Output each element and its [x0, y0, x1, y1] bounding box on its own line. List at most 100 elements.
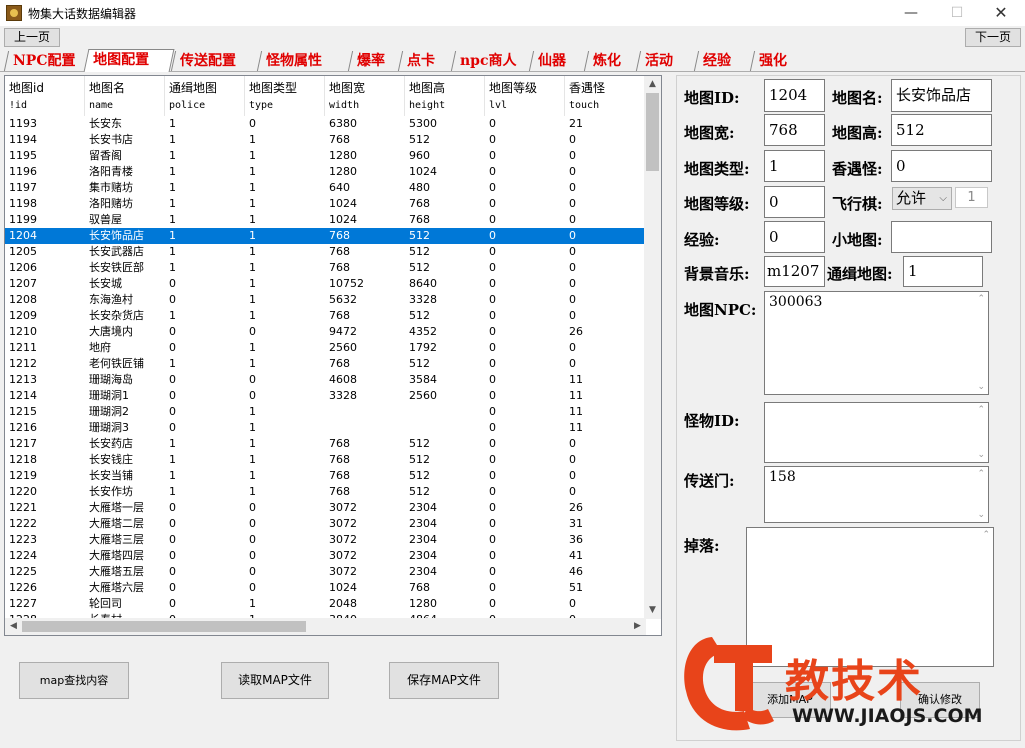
table-cell[interactable]: 1: [165, 196, 245, 212]
table-cell[interactable]: 6380: [325, 116, 405, 132]
table-cell[interactable]: 768: [325, 260, 405, 276]
table-cell[interactable]: 512: [405, 260, 485, 276]
table-cell[interactable]: 大唐境内: [85, 324, 165, 340]
table-cell[interactable]: 0: [565, 212, 645, 228]
table-cell[interactable]: 1: [245, 244, 325, 260]
table-cell[interactable]: 0: [485, 532, 565, 548]
table-cell[interactable]: 0: [485, 324, 565, 340]
height-input[interactable]: 512: [891, 114, 992, 146]
table-cell[interactable]: 0: [565, 276, 645, 292]
table-cell[interactable]: 1: [165, 356, 245, 372]
table-cell[interactable]: 0: [165, 276, 245, 292]
tab-9[interactable]: 活动: [635, 51, 698, 71]
table-cell[interactable]: 2304: [405, 500, 485, 516]
table-cell[interactable]: 珊瑚洞3: [85, 420, 165, 436]
table-cell[interactable]: 大雁塔三层: [85, 532, 165, 548]
table-cell[interactable]: 0: [565, 308, 645, 324]
table-cell[interactable]: 长安铁匠部: [85, 260, 165, 276]
column-header[interactable]: 通缉地图 police: [165, 76, 245, 116]
table-cell[interactable]: 0: [165, 372, 245, 388]
table-cell[interactable]: 0: [485, 436, 565, 452]
map-npc-textarea[interactable]: 300063 ⌃ ⌄: [764, 291, 989, 395]
table-cell[interactable]: 1197: [5, 180, 85, 196]
table-cell[interactable]: 768: [325, 468, 405, 484]
table-cell[interactable]: 0: [485, 500, 565, 516]
table-cell[interactable]: 26: [565, 500, 645, 516]
table-cell[interactable]: 0: [165, 596, 245, 612]
bgm-input[interactable]: m1207: [764, 256, 825, 287]
scroll-down-icon[interactable]: ⌄: [977, 450, 985, 460]
table-cell[interactable]: 0: [485, 180, 565, 196]
column-header[interactable]: 地图id !id: [5, 76, 85, 116]
table-cell[interactable]: 1: [245, 228, 325, 244]
table-cell[interactable]: 0: [485, 548, 565, 564]
table-cell[interactable]: 留香阁: [85, 148, 165, 164]
table-cell[interactable]: 老何铁匠铺: [85, 356, 165, 372]
table-cell[interactable]: 1208: [5, 292, 85, 308]
table-cell[interactable]: 1024: [325, 196, 405, 212]
table-row[interactable]: 1225 大雁塔五层 0 0 3072 2304 0 46: [5, 564, 645, 580]
table-cell[interactable]: 大雁塔五层: [85, 564, 165, 580]
read-map-file-button[interactable]: 读取MAP文件: [221, 662, 329, 699]
table-cell[interactable]: 0: [565, 260, 645, 276]
table-cell[interactable]: 0: [565, 132, 645, 148]
tab-8[interactable]: 炼化: [583, 51, 641, 71]
table-cell[interactable]: 大雁塔六层: [85, 580, 165, 596]
table-cell[interactable]: 46: [565, 564, 645, 580]
column-header[interactable]: 地图宽 width: [325, 76, 405, 116]
width-input[interactable]: 768: [764, 114, 825, 146]
table-row[interactable]: 1197 集市赌坊 1 1 640 480 0 0: [5, 180, 645, 196]
table-cell[interactable]: 1: [245, 180, 325, 196]
table-cell[interactable]: 1: [245, 164, 325, 180]
table-cell[interactable]: 26: [565, 324, 645, 340]
table-cell[interactable]: 长安城: [85, 276, 165, 292]
table-cell[interactable]: 0: [165, 404, 245, 420]
table-cell[interactable]: 51: [565, 580, 645, 596]
table-cell[interactable]: 1199: [5, 212, 85, 228]
table-cell[interactable]: 1: [245, 436, 325, 452]
save-map-file-button[interactable]: 保存MAP文件: [389, 662, 499, 699]
next-page-button[interactable]: 下一页: [965, 28, 1021, 47]
table-cell[interactable]: 0: [485, 132, 565, 148]
table-cell[interactable]: 0: [485, 164, 565, 180]
table-cell[interactable]: 512: [405, 436, 485, 452]
table-cell[interactable]: 0: [485, 196, 565, 212]
table-cell[interactable]: 8640: [405, 276, 485, 292]
scroll-left-icon[interactable]: ◀: [5, 618, 22, 635]
table-cell[interactable]: 珊瑚海岛: [85, 372, 165, 388]
table-cell[interactable]: 1: [245, 196, 325, 212]
scroll-right-icon[interactable]: ▶: [629, 618, 646, 635]
table-cell[interactable]: 0: [245, 564, 325, 580]
table-cell[interactable]: 768: [405, 196, 485, 212]
table-cell[interactable]: 0: [565, 228, 645, 244]
table-cell[interactable]: 大雁塔四层: [85, 548, 165, 564]
table-cell[interactable]: 3072: [325, 532, 405, 548]
table-cell[interactable]: 1194: [5, 132, 85, 148]
horizontal-scrollbar[interactable]: ◀ ▶: [5, 618, 646, 635]
table-cell[interactable]: 1: [165, 164, 245, 180]
table-cell[interactable]: 2560: [325, 340, 405, 356]
table-cell[interactable]: 1215: [5, 404, 85, 420]
table-cell[interactable]: 1210: [5, 324, 85, 340]
map-type-input[interactable]: 1: [764, 150, 825, 182]
tab-6[interactable]: npc商人: [450, 51, 534, 71]
table-cell[interactable]: 3328: [325, 388, 405, 404]
table-cell[interactable]: 1280: [325, 148, 405, 164]
table-cell[interactable]: 0: [245, 500, 325, 516]
table-cell[interactable]: 0: [165, 580, 245, 596]
table-cell[interactable]: 768: [325, 132, 405, 148]
tab-5[interactable]: 点卡: [397, 51, 456, 71]
table-cell[interactable]: 0: [485, 516, 565, 532]
table-cell[interactable]: 1209: [5, 308, 85, 324]
table-row[interactable]: 1216 珊瑚洞3 0 1 0 11: [5, 420, 645, 436]
vertical-scrollbar[interactable]: ▲ ▼: [644, 76, 661, 619]
table-cell[interactable]: 0: [165, 340, 245, 356]
table-cell[interactable]: 1223: [5, 532, 85, 548]
table-cell[interactable]: 1220: [5, 484, 85, 500]
table-cell[interactable]: 长安作坊: [85, 484, 165, 500]
table-row[interactable]: 1193 长安东 1 0 6380 5300 0 21: [5, 116, 645, 132]
table-cell[interactable]: 集市赌坊: [85, 180, 165, 196]
table-cell[interactable]: 0: [485, 260, 565, 276]
table-cell[interactable]: 长安书店: [85, 132, 165, 148]
table-cell[interactable]: 0: [485, 452, 565, 468]
